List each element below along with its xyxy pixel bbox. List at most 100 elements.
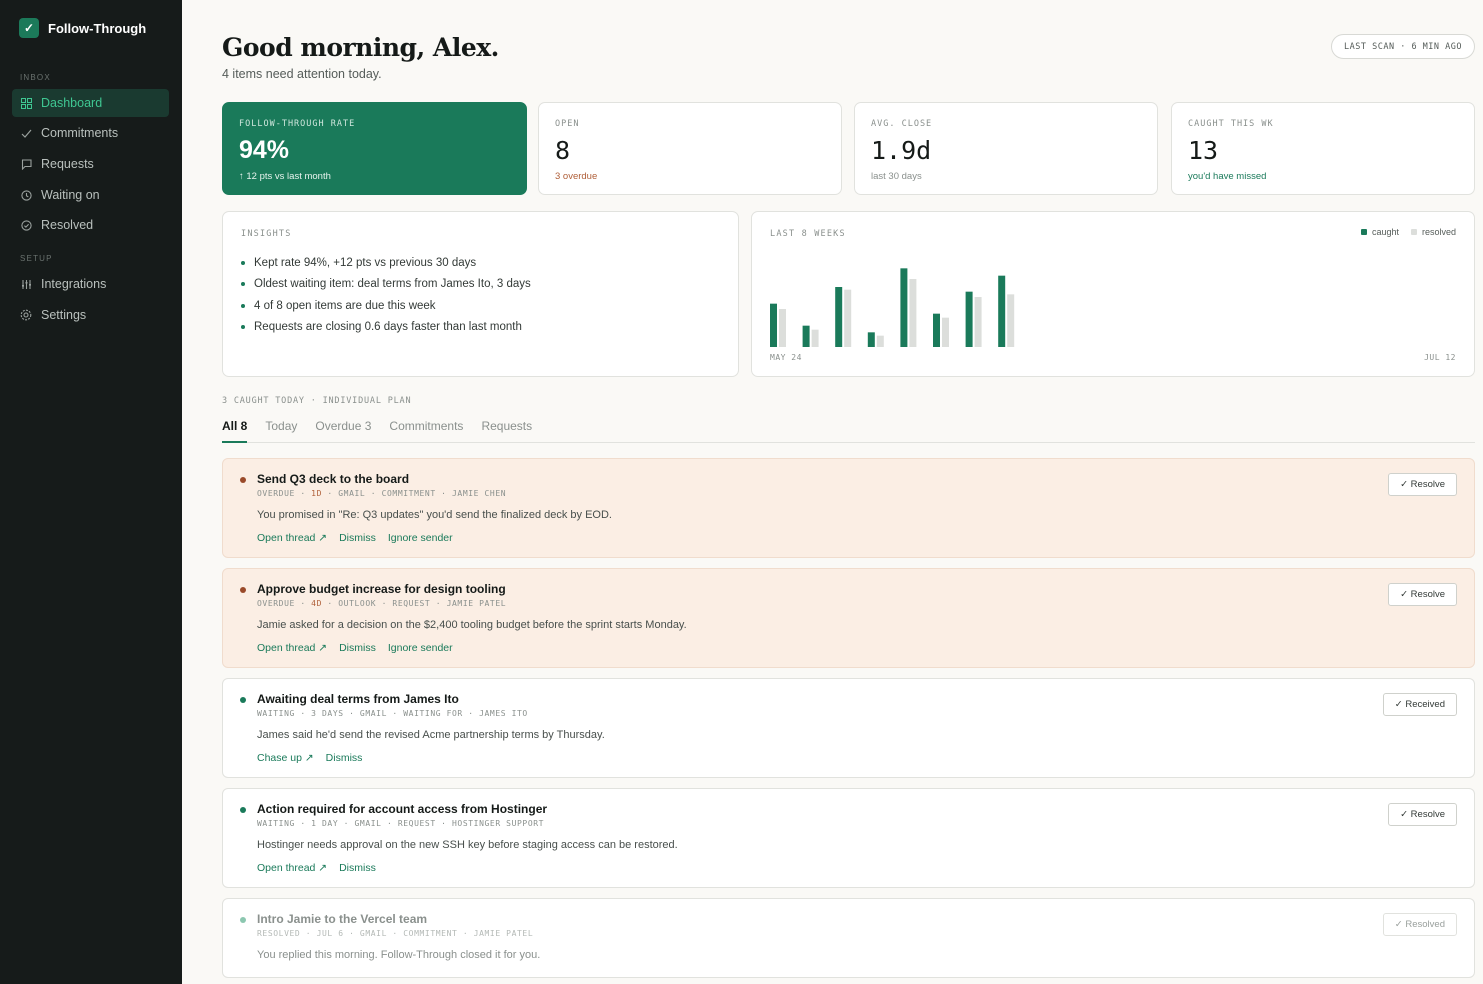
- meta-text: · GMAIL · COMMITMENT · JAMIE CHEN: [322, 489, 507, 498]
- insight-item: 4 of 8 open items are due this week: [241, 295, 531, 317]
- item-description: You promised in "Re: Q3 updates" you'd s…: [257, 509, 612, 521]
- sidebar-item-commitments[interactable]: Commitments: [12, 119, 169, 147]
- stat-caught-this-week: CAUGHT THIS WK 13 you'd have missed: [1171, 102, 1475, 195]
- resolve-button[interactable]: ✓ Resolve: [1388, 803, 1457, 826]
- meta-text: OVERDUE ·: [257, 599, 312, 608]
- bar-caught-1: [770, 303, 777, 347]
- insights-list: Kept rate 94%, +12 pts vs previous 30 da…: [241, 252, 531, 338]
- meta-text: OVERDUE ·: [257, 489, 312, 498]
- tab-all[interactable]: All 8: [222, 418, 248, 443]
- item-title: Action required for account access from …: [257, 802, 548, 816]
- dismiss-link[interactable]: Dismiss: [339, 532, 376, 544]
- brand[interactable]: ✓ Follow-Through: [19, 18, 146, 38]
- sidebar-item-resolved[interactable]: Resolved: [12, 211, 169, 239]
- meta-overdue-days: 4D: [311, 599, 323, 608]
- open-thread-link[interactable]: Open thread ↗: [257, 642, 327, 654]
- tab-commitments[interactable]: Commitments: [389, 418, 463, 443]
- check-circle-icon: [20, 219, 32, 231]
- tab-overdue[interactable]: Overdue 3: [315, 418, 371, 443]
- bar-caught-8: [998, 275, 1006, 347]
- chase-up-link[interactable]: Chase up ↗: [257, 752, 314, 764]
- meta-text: · OUTLOOK · REQUEST · JAMIE PATEL: [322, 599, 507, 608]
- x-end-label: JUL 12: [1424, 353, 1456, 362]
- item-meta: RESOLVED · JUL 6 · GMAIL · COMMITMENT · …: [257, 929, 534, 938]
- bar-resolved-8: [1007, 294, 1015, 347]
- item-description: Jamie asked for a decision on the $2,400…: [257, 619, 687, 631]
- sidebar-item-label: Waiting on: [41, 188, 100, 202]
- item-meta: WAITING · 3 DAYS · GMAIL · WAITING FOR ·…: [257, 709, 528, 718]
- open-thread-link[interactable]: Open thread ↗: [257, 862, 327, 874]
- check-icon: [20, 127, 32, 139]
- sidebar-item-label: Integrations: [41, 277, 107, 291]
- gear-icon: [20, 309, 32, 321]
- tab-requests[interactable]: Requests: [481, 418, 532, 443]
- item-title: Awaiting deal terms from James Ito: [257, 692, 459, 706]
- received-button[interactable]: ✓ Received: [1382, 693, 1457, 716]
- bar-resolved-6: [942, 317, 949, 347]
- section-setup-label: SETUP: [20, 254, 53, 263]
- bullet-icon: [241, 260, 245, 265]
- insights-label: INSIGHTS: [241, 229, 292, 239]
- insight-item: Requests are closing 0.6 days faster tha…: [241, 317, 531, 339]
- bar-caught-2: [802, 325, 810, 347]
- stat-value: 1.9d: [871, 136, 932, 165]
- bar-resolved-7: [974, 297, 982, 347]
- last-scan-badge[interactable]: LAST SCAN · 6 MIN AGO: [1331, 34, 1475, 59]
- sidebar-item-dashboard[interactable]: Dashboard: [12, 89, 169, 117]
- item-actions: Open thread ↗ Dismiss: [257, 862, 376, 874]
- sidebar-item-integrations[interactable]: Integrations: [12, 270, 169, 298]
- sidebar-item-waiting-on[interactable]: Waiting on: [12, 181, 169, 209]
- bar-caught-6: [933, 313, 940, 347]
- insight-text: Requests are closing 0.6 days faster tha…: [254, 321, 522, 334]
- status-dot-icon: [240, 587, 246, 593]
- stat-label: FOLLOW-THROUGH RATE: [239, 119, 356, 129]
- page-title: Good morning, Alex.: [222, 33, 499, 62]
- tab-today[interactable]: Today: [265, 418, 297, 443]
- filter-tabs: All 8 Today Overdue 3 Commitments Reques…: [222, 418, 1475, 443]
- x-start-label: MAY 24: [770, 353, 802, 362]
- sidebar-item-label: Resolved: [41, 218, 94, 232]
- bar-resolved-4: [876, 335, 884, 347]
- ignore-sender-link[interactable]: Ignore sender: [388, 642, 453, 654]
- open-thread-link[interactable]: Open thread ↗: [257, 532, 327, 544]
- page-subtitle: 4 items need attention today.: [222, 67, 382, 81]
- list-item: Awaiting deal terms from James Ito WAITI…: [222, 678, 1475, 778]
- resolve-button[interactable]: ✓ Resolve: [1388, 473, 1457, 496]
- bar-resolved-5: [909, 279, 917, 347]
- sliders-icon: [20, 278, 32, 290]
- sidebar-item-label: Commitments: [41, 126, 119, 140]
- item-actions: Open thread ↗ Dismiss Ignore sender: [257, 642, 453, 654]
- ignore-sender-link[interactable]: Ignore sender: [388, 532, 453, 544]
- check-logo-icon: ✓: [19, 18, 39, 38]
- sidebar-item-settings[interactable]: Settings: [12, 301, 169, 329]
- insight-text: 4 of 8 open items are due this week: [254, 299, 436, 312]
- resolve-button[interactable]: ✓ Resolve: [1388, 583, 1457, 606]
- stat-follow-through-rate: FOLLOW-THROUGH RATE 94% ↑ 12 pts vs last…: [222, 102, 527, 195]
- insights-panel: INSIGHTS Kept rate 94%, +12 pts vs previ…: [222, 211, 739, 377]
- dismiss-link[interactable]: Dismiss: [326, 752, 363, 764]
- item-actions: Open thread ↗ Dismiss Ignore sender: [257, 532, 453, 544]
- bullet-icon: [241, 282, 245, 287]
- stat-sub: last 30 days: [871, 171, 922, 182]
- status-dot-icon: [240, 917, 246, 923]
- item-title: Send Q3 deck to the board: [257, 472, 410, 486]
- item-meta: OVERDUE · 4D · OUTLOOK · REQUEST · JAMIE…: [257, 599, 506, 608]
- stat-avg-close: AVG. CLOSE 1.9d last 30 days: [854, 102, 1158, 195]
- resolved-button[interactable]: ✓ Resolved: [1382, 913, 1457, 936]
- stat-value: 13: [1188, 136, 1219, 165]
- bar-caught-3: [835, 287, 843, 347]
- stat-value: 8: [555, 136, 571, 165]
- stat-label: AVG. CLOSE: [871, 119, 933, 129]
- dismiss-link[interactable]: Dismiss: [339, 862, 376, 874]
- bar-resolved-1: [779, 309, 786, 347]
- section-inbox-label: INBOX: [20, 73, 51, 82]
- status-dot-icon: [240, 477, 246, 483]
- sidebar-item-requests[interactable]: Requests: [12, 150, 169, 178]
- dismiss-link[interactable]: Dismiss: [339, 642, 376, 654]
- bar-chart: MAY 24 JUL 12: [770, 268, 1456, 362]
- sidebar-item-label: Settings: [41, 308, 87, 322]
- insight-text: Oldest waiting item: deal terms from Jam…: [254, 278, 531, 291]
- item-description: James said he'd send the revised Acme pa…: [257, 729, 605, 741]
- status-dot-icon: [240, 807, 246, 813]
- grid-icon: [20, 97, 32, 109]
